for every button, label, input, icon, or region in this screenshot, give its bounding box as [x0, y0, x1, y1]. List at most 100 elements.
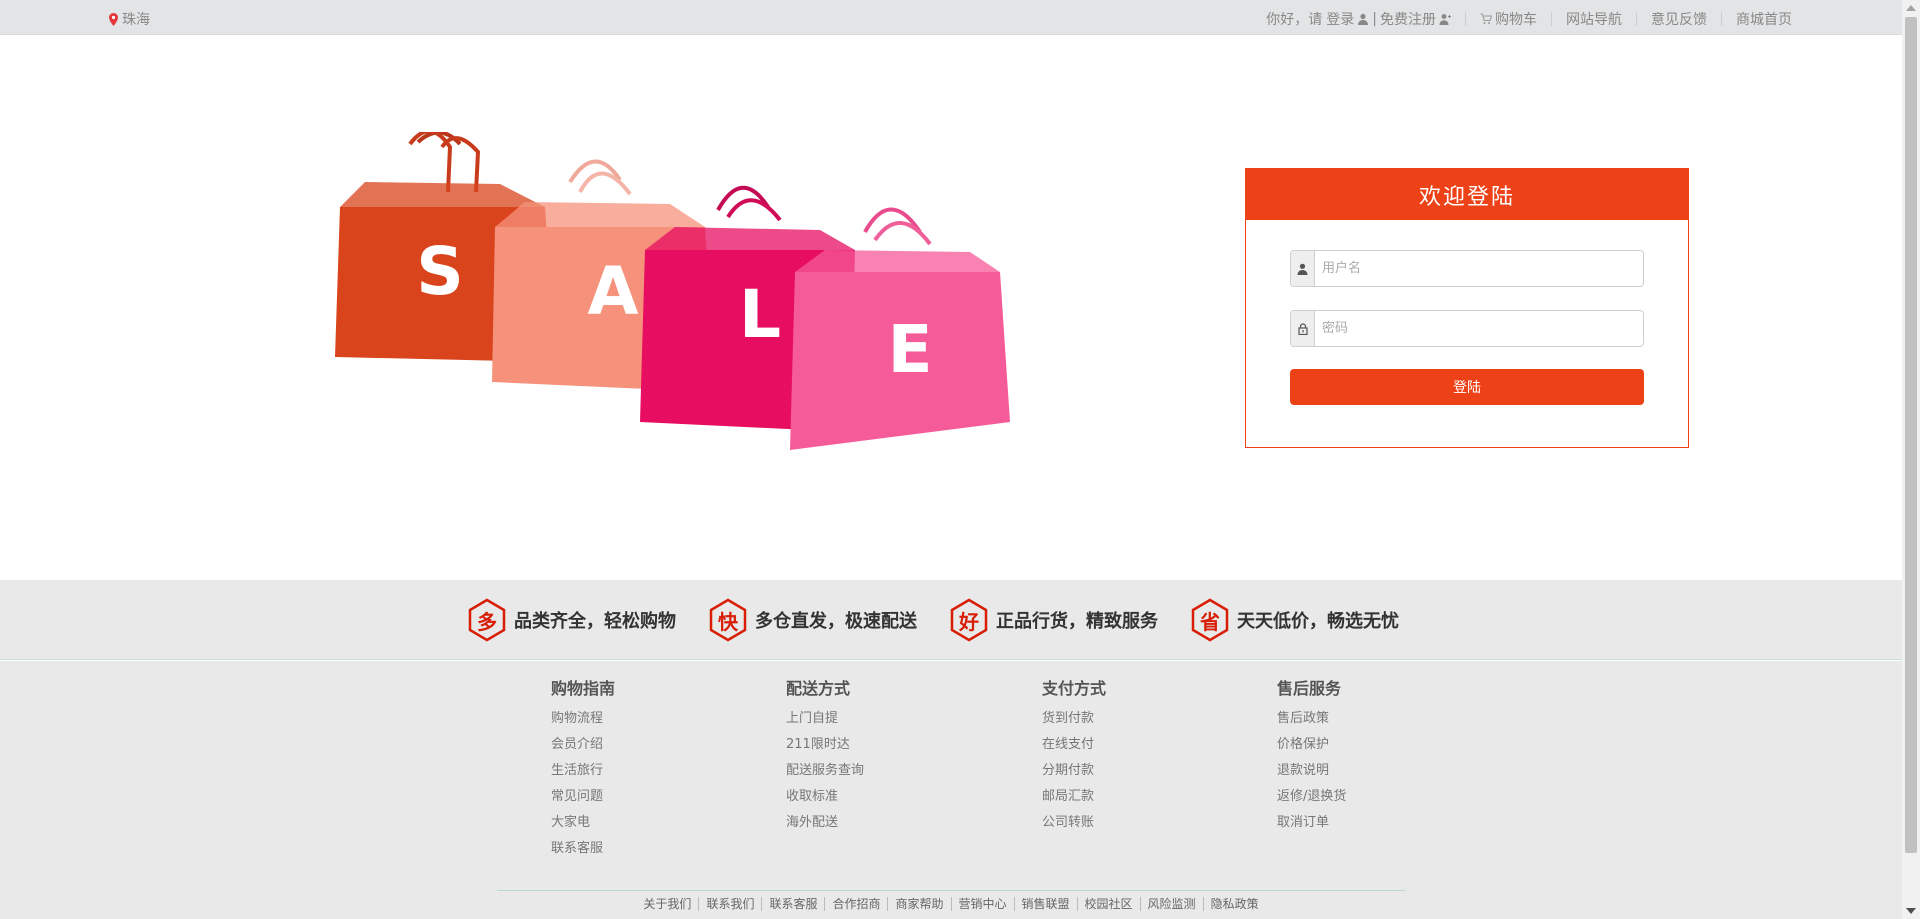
feature-item: 好 正品行货，精致服务 [949, 597, 1158, 643]
feature-text: 品类齐全，轻松购物 [514, 611, 676, 632]
footer-link[interactable]: 211限时达 [786, 732, 864, 758]
bottom-link[interactable]: 联系我们 [698, 897, 761, 911]
feature-badge: 多 [477, 609, 497, 634]
footer-link[interactable]: 价格保护 [1277, 732, 1346, 758]
footer-column-after-sales: 售后服务 售后政策 价格保护 退款说明 返修/退换货 取消订单 [1277, 678, 1346, 836]
hexagon-badge-icon: 多 [467, 598, 507, 642]
footer-link[interactable]: 生活旅行 [551, 758, 615, 784]
feature-item: 省 天天低价，畅选无忧 [1190, 597, 1399, 643]
login-link-label: 登录 [1326, 12, 1355, 28]
bag-letter: A [587, 253, 638, 330]
lock-icon [1297, 322, 1308, 335]
footer-link[interactable]: 售后政策 [1277, 706, 1346, 732]
sale-bags-illustration: S A L E [335, 132, 1010, 450]
user-icon [1358, 13, 1369, 25]
footer-link[interactable]: 常见问题 [551, 784, 615, 810]
site-nav-link[interactable]: 网站导航 [1566, 9, 1622, 29]
bottom-link[interactable]: 商家帮助 [887, 897, 950, 911]
footer-link[interactable]: 退款说明 [1277, 758, 1346, 784]
bottom-link[interactable]: 销售联盟 [1013, 897, 1077, 911]
footer-link[interactable]: 大家电 [551, 810, 615, 836]
footer-link[interactable]: 在线支付 [1042, 732, 1106, 758]
bag-top [495, 202, 705, 227]
divider [1465, 12, 1466, 26]
add-user-icon [1439, 14, 1451, 25]
login-button[interactable]: 登陆 [1290, 369, 1644, 405]
footer-link[interactable]: 货到付款 [1042, 706, 1106, 732]
register-link-label: 免费注册 [1380, 12, 1436, 28]
footer-column-title: 配送方式 [786, 679, 851, 698]
footer-link[interactable]: 海外配送 [786, 810, 864, 836]
bottom-link[interactable]: 风险监测 [1139, 897, 1203, 911]
feature-badge: 省 [1200, 609, 1220, 634]
login-title: 欢迎登陆 [1246, 169, 1688, 220]
location[interactable]: 珠海 [109, 9, 150, 29]
footer-link[interactable]: 配送服务查询 [786, 758, 864, 784]
bag-top [340, 182, 545, 207]
password-field [1290, 310, 1644, 347]
hexagon-badge-icon: 快 [708, 598, 748, 642]
footer-link[interactable]: 公司转账 [1042, 810, 1106, 836]
top-links: 你好，请 登录 | 免费注册 购物车 网站导航 意见反馈 商城首页 [1266, 9, 1792, 29]
footer-link[interactable]: 分期付款 [1042, 758, 1106, 784]
password-input[interactable] [1315, 311, 1643, 346]
user-icon [1297, 263, 1308, 275]
login-link[interactable]: 登录 [1326, 9, 1369, 29]
bottom-link[interactable]: 合作招商 [824, 897, 887, 911]
footer-link[interactable]: 购物流程 [551, 706, 615, 732]
features-strip: 多 品类齐全，轻松购物 快 多仓直发，极速配送 好 正品行货，精致服务 省 天天… [0, 580, 1902, 660]
footer-column-title: 购物指南 [551, 679, 616, 698]
bottom-link[interactable]: 关于我们 [636, 897, 698, 911]
footer-link[interactable]: 取消订单 [1277, 810, 1346, 836]
password-addon [1291, 311, 1315, 346]
footer-link[interactable]: 联系客服 [551, 836, 615, 862]
footer-link[interactable]: 收取标准 [786, 784, 864, 810]
cart-label: 购物车 [1495, 12, 1537, 28]
home-link[interactable]: 商城首页 [1736, 9, 1792, 29]
footer-link[interactable]: 会员介绍 [551, 732, 615, 758]
bottom-link[interactable]: 联系客服 [761, 897, 824, 911]
feature-item: 多 品类齐全，轻松购物 [467, 597, 676, 643]
footer-column-shopping-guide: 购物指南 购物流程 会员介绍 生活旅行 常见问题 大家电 联系客服 [551, 678, 615, 862]
divider [1551, 12, 1552, 26]
login-register-divider: | [1372, 11, 1377, 27]
username-field [1290, 250, 1644, 287]
footer-divider [497, 890, 1405, 891]
bottom-link[interactable]: 隐私政策 [1202, 897, 1266, 911]
feedback-link[interactable]: 意见反馈 [1651, 9, 1707, 29]
feature-text: 正品行货，精致服务 [996, 611, 1158, 632]
footer-link[interactable]: 邮局汇款 [1042, 784, 1106, 810]
feature-item: 快 多仓直发，极速配送 [708, 597, 917, 643]
bag-letter: L [739, 276, 781, 353]
footer-column-title: 售后服务 [1277, 679, 1342, 698]
scroll-down-arrow-icon[interactable] [1906, 908, 1916, 914]
bag-top [795, 250, 1000, 272]
hexagon-badge-icon: 好 [949, 598, 989, 642]
vertical-scrollbar[interactable] [1902, 0, 1920, 919]
bottom-link[interactable]: 营销中心 [950, 897, 1014, 911]
hexagon-badge-icon: 省 [1190, 598, 1230, 642]
footer-link[interactable]: 上门自提 [786, 706, 864, 732]
location-label: 珠海 [122, 12, 150, 28]
bottom-link[interactable]: 校园社区 [1076, 897, 1140, 911]
scroll-up-arrow-icon[interactable] [1906, 5, 1916, 11]
footer-column-payment: 支付方式 货到付款 在线支付 分期付款 邮局汇款 公司转账 [1042, 678, 1106, 836]
feature-text: 天天低价，畅选无忧 [1237, 611, 1399, 632]
top-bar: 珠海 你好，请 登录 | 免费注册 购物车 网站导航 意见反馈 商城首页 [0, 0, 1902, 35]
register-link[interactable]: 免费注册 [1380, 9, 1451, 29]
cart-link[interactable]: 购物车 [1480, 9, 1537, 29]
scrollbar-thumb[interactable] [1905, 17, 1917, 853]
location-pin-icon [109, 12, 118, 26]
footer-column-title: 支付方式 [1042, 679, 1107, 698]
feature-text: 多仓直发，极速配送 [755, 611, 917, 632]
feature-badge: 好 [959, 609, 979, 634]
divider [1636, 12, 1637, 26]
username-input[interactable] [1315, 251, 1643, 286]
footer-column-delivery: 配送方式 上门自提 211限时达 配送服务查询 收取标准 海外配送 [786, 678, 864, 836]
bottom-links: 关于我们 联系我们 联系客服 合作招商 商家帮助 营销中心 销售联盟 校园社区 … [0, 897, 1902, 911]
cart-icon [1480, 13, 1492, 24]
login-panel: 欢迎登陆 登陆 [1245, 168, 1689, 448]
footer-link[interactable]: 返修/退换货 [1277, 784, 1346, 810]
footer: 购物指南 购物流程 会员介绍 生活旅行 常见问题 大家电 联系客服 配送方式 上… [0, 661, 1902, 919]
divider [1721, 12, 1722, 26]
